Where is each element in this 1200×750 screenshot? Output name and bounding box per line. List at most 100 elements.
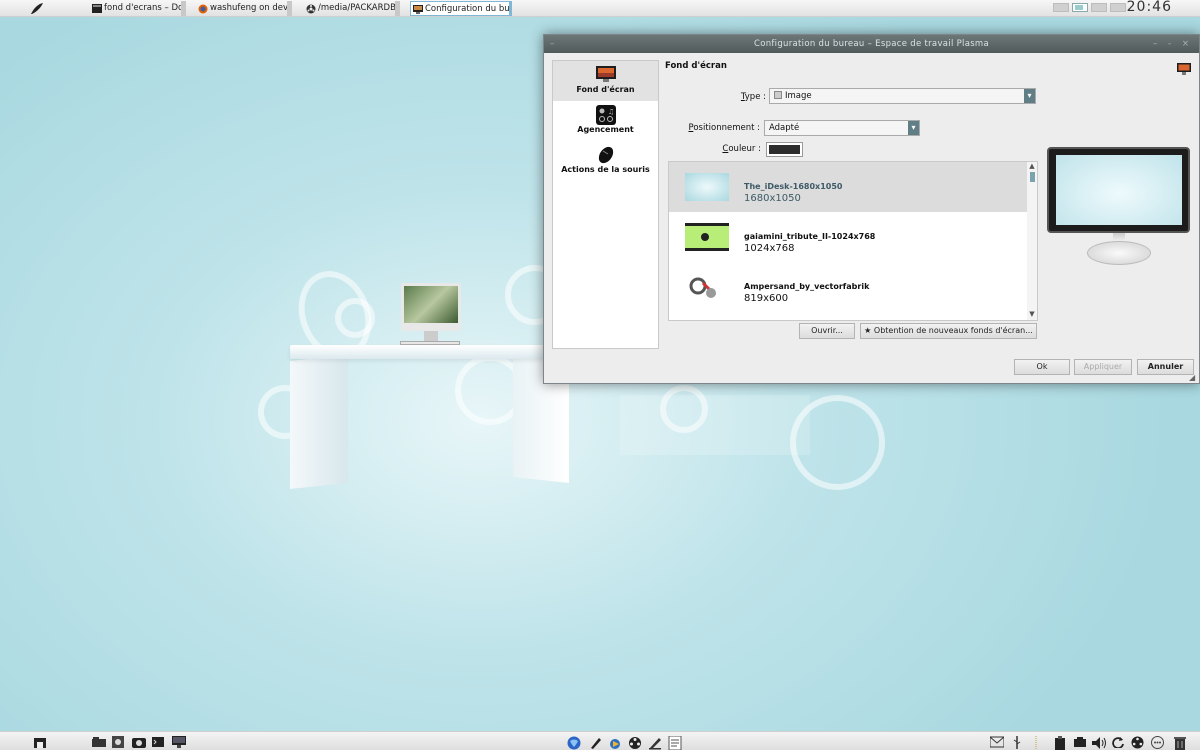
positionnement-label: Positionnement : <box>688 123 760 133</box>
window-menu-button[interactable]: – <box>550 35 555 53</box>
usb-icon[interactable] <box>1012 736 1024 749</box>
task-label: fond d'ecrans – Dolp <box>104 3 186 13</box>
desktop-2[interactable] <box>1072 3 1088 12</box>
list-item[interactable]: The_iDesk-1680x1050 1680x1050 <box>669 162 1027 212</box>
sidebar-item-mouse-actions[interactable]: Actions de la souris <box>553 141 658 181</box>
bottom-panel <box>0 731 1200 750</box>
sidebar-item-label: Fond d'écran <box>576 85 635 94</box>
taskbar-item-config[interactable]: Configuration du bur <box>410 1 512 16</box>
desktop-4[interactable] <box>1110 3 1126 12</box>
taskbar-item-dolphin[interactable]: fond d'ecrans – Dolp <box>90 1 186 16</box>
preview-stand-neck <box>1113 233 1125 241</box>
desktop-3[interactable] <box>1091 3 1107 12</box>
window-title: Configuration du bureau – Espace de trav… <box>753 39 990 49</box>
wallpaper-icon <box>595 65 617 83</box>
imac-computer <box>401 283 461 331</box>
task-label: /media/PACKARDBE <box>318 3 400 13</box>
wallpaper-preview-monitor <box>1047 147 1190 267</box>
open-button[interactable]: Ouvrir... <box>799 323 855 339</box>
config-sidebar: Fond d'écran ♫ Agencement Actions de la … <box>552 60 659 349</box>
list-item[interactable]: gaiamini_tribute_II-1024x768 1024x768 <box>669 212 1027 262</box>
sidebar-item-wallpaper[interactable]: Fond d'écran <box>553 61 658 101</box>
mail-icon[interactable] <box>990 736 1004 748</box>
scroll-down-arrow[interactable]: ▼ <box>1027 310 1037 320</box>
taskbar-item-firefox[interactable]: washufeng on devia <box>196 1 292 16</box>
separator-icon <box>1034 736 1046 750</box>
resize-grip-icon[interactable]: ◢ <box>1189 373 1198 382</box>
scrollbar-thumb[interactable] <box>1030 172 1035 182</box>
chevron-down-icon[interactable]: ▾ <box>1024 89 1035 103</box>
folders-icon[interactable] <box>92 736 106 748</box>
sidebar-item-layout[interactable]: ♫ Agencement <box>553 101 658 141</box>
top-panel: fond d'ecrans – Dolp washufeng on devia … <box>0 0 1200 17</box>
volume-icon[interactable] <box>1092 736 1106 749</box>
positionnement-combobox[interactable]: Adapté ▾ <box>764 120 920 136</box>
home-folder-icon[interactable] <box>34 736 46 748</box>
settings-icon[interactable] <box>112 736 124 748</box>
wallpaper-icon <box>1177 63 1191 75</box>
positionnement-value: Adapté <box>769 123 800 133</box>
wallpaper-size: 819x600 <box>744 293 789 304</box>
scroll-up-arrow[interactable]: ▲ <box>1027 162 1037 172</box>
desk-leg-left <box>290 354 348 490</box>
image-icon <box>774 91 782 99</box>
media-player-icon[interactable] <box>608 736 620 749</box>
list-scrollbar[interactable]: ▲ ▼ <box>1027 162 1037 320</box>
apply-button[interactable]: Appliquer <box>1074 359 1132 375</box>
sidebar-item-label: Actions de la souris <box>561 165 650 174</box>
type-combobox[interactable]: Image ▾ <box>769 88 1036 104</box>
trash-icon[interactable] <box>1174 736 1186 750</box>
preview-stand-base <box>1087 241 1151 265</box>
imac-stand <box>424 331 438 341</box>
list-item[interactable]: Ampersand_by_vectorfabrik 819x600 <box>669 262 1027 312</box>
refresh-icon[interactable] <box>1112 736 1124 748</box>
clock[interactable]: 20:46 <box>1127 0 1172 15</box>
get-new-wallpapers-button[interactable]: ★ Obtention de nouveaux fonds d'écran... <box>860 323 1037 339</box>
more-options-icon[interactable] <box>1151 736 1164 749</box>
section-title: Fond d'écran <box>665 61 727 71</box>
terminal-icon <box>92 4 102 13</box>
wallpaper-name: The_iDesk-1680x1050 <box>744 182 843 191</box>
firefox-icon <box>198 4 208 14</box>
terminal-icon[interactable] <box>152 736 164 748</box>
camera-icon[interactable] <box>132 736 146 748</box>
monitor-icon[interactable] <box>172 736 186 748</box>
wallpaper-size: 1680x1050 <box>744 193 801 204</box>
type-value: Image <box>785 91 812 101</box>
taskbar-item-filemanager[interactable]: /media/PACKARDBE <box>304 1 400 16</box>
layout-icon: ♫ <box>595 105 617 125</box>
wallpaper-list[interactable]: The_iDesk-1680x1050 1680x1050 gaiamini_t… <box>668 161 1038 321</box>
paint-brush-icon[interactable] <box>589 736 601 749</box>
star-icon: ★ <box>864 326 872 335</box>
kmenu-leaf-icon[interactable] <box>30 2 44 15</box>
document-icon[interactable] <box>668 736 682 750</box>
desk-top <box>290 345 570 359</box>
desktop-1[interactable] <box>1053 3 1069 12</box>
wallpaper-swirl <box>335 298 375 338</box>
battery-icon[interactable] <box>1074 736 1086 748</box>
window-controls[interactable]: – ‑ × <box>1153 35 1193 53</box>
cancel-button[interactable]: Annuler <box>1137 359 1194 375</box>
wallpaper-thumbnail <box>685 173 729 201</box>
text-editor-icon[interactable] <box>648 736 661 750</box>
wallpaper-name: gaiamini_tribute_II-1024x768 <box>744 232 876 241</box>
preview-bezel <box>1047 147 1190 233</box>
couleur-label: Couleur : <box>722 144 761 154</box>
film-reel-icon <box>306 4 316 14</box>
chevron-down-icon[interactable]: ▾ <box>908 121 919 135</box>
sidebar-item-label: Agencement <box>577 125 634 134</box>
color-swatch <box>769 145 800 154</box>
clipboard-icon[interactable] <box>1054 736 1066 750</box>
task-label: Configuration du bur <box>425 4 512 14</box>
film-reel-icon[interactable] <box>1131 736 1144 749</box>
wallpaper-size: 1024x768 <box>744 243 795 254</box>
monitor-icon <box>413 5 423 14</box>
ok-button[interactable]: Ok <box>1014 359 1070 375</box>
preview-screen <box>1056 155 1182 225</box>
globe-icon[interactable] <box>567 736 581 750</box>
virtual-desktop-pager[interactable] <box>1053 3 1129 13</box>
color-picker-button[interactable] <box>766 142 803 157</box>
titlebar[interactable]: – Configuration du bureau – Espace de tr… <box>544 35 1199 53</box>
button-label: Obtention de nouveaux fonds d'écran... <box>873 326 1033 335</box>
film-reel-icon[interactable] <box>628 736 641 749</box>
